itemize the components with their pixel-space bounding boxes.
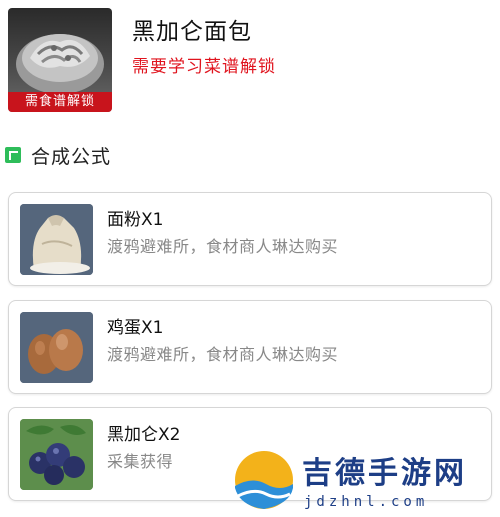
watermark-logo-icon [235, 451, 293, 509]
ingredient-name: 面粉X1 [107, 210, 164, 230]
ingredient-card[interactable]: 面粉X1 渡鸦避难所，食材商人琳达购买 [8, 192, 492, 286]
eggs-icon [20, 312, 93, 383]
watermark-url: jdzhnl.com [304, 494, 429, 510]
section-title: 合成公式 [31, 146, 112, 168]
flour-sack-icon [20, 204, 93, 275]
ingredient-name: 黑加仑X2 [107, 425, 181, 445]
dish-header: 需食谱解锁 黑加仑面包 需要学习菜谱解锁 [8, 8, 492, 114]
watermark-site-name: 吉德手游网 [302, 456, 467, 491]
unlock-requirement: 需要学习菜谱解锁 [132, 57, 276, 77]
site-watermark: 吉德手游网 jdzhnl.com [232, 446, 492, 516]
ingredient-source: 渡鸦避难所，食材商人琳达购买 [107, 237, 339, 256]
section-marker-icon [5, 147, 21, 163]
ingredient-source: 渡鸦避难所，食材商人琳达购买 [107, 345, 339, 364]
blackcurrant-icon [20, 419, 93, 490]
dish-title: 黑加仑面包 [132, 19, 252, 45]
recipe-lock-badge: 需食谱解锁 [8, 92, 112, 112]
ingredient-card[interactable]: 鸡蛋X1 渡鸦避难所，食材商人琳达购买 [8, 300, 492, 394]
blackcurrant-bread-icon: 需食谱解锁 [8, 8, 112, 112]
ingredient-source: 采集获得 [107, 452, 174, 471]
ingredient-name: 鸡蛋X1 [107, 318, 164, 338]
